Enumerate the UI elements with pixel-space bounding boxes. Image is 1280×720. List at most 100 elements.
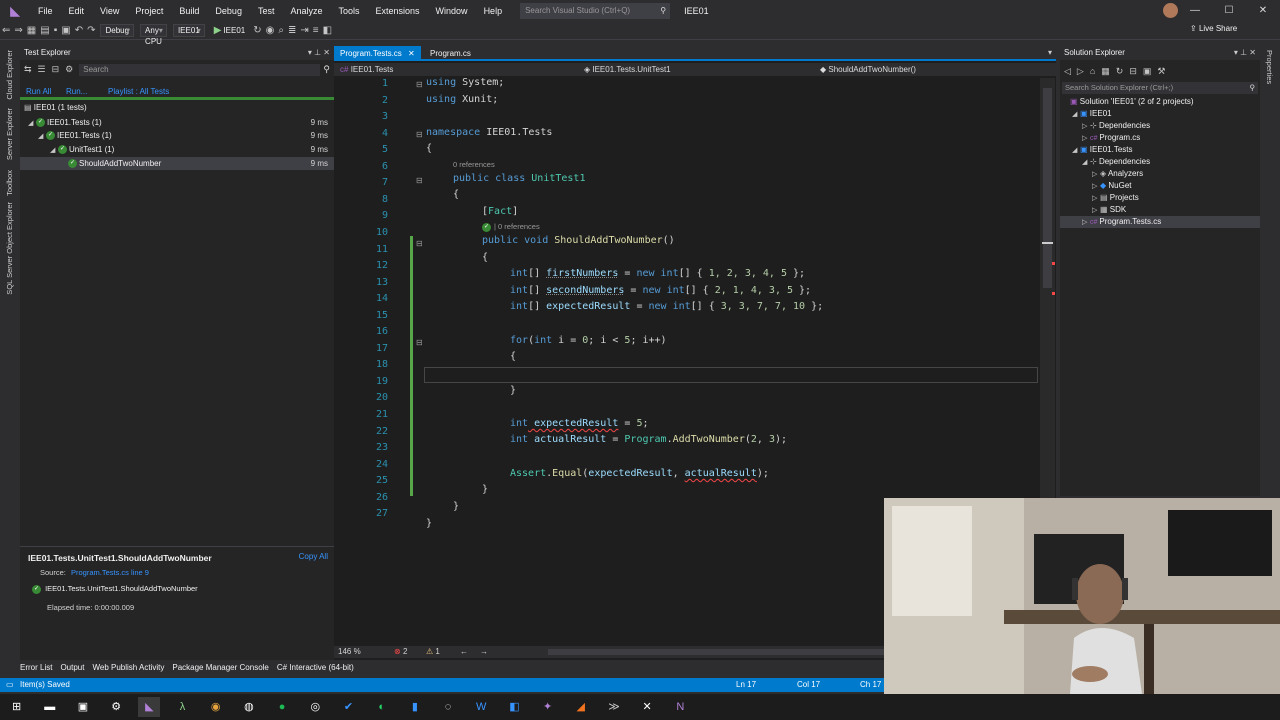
document-icon[interactable]: ▮ bbox=[404, 697, 426, 717]
tab-web-publish-activity[interactable]: Web Publish Activity bbox=[92, 663, 172, 672]
warning-count-icon[interactable]: ⚠ 1 bbox=[426, 646, 440, 658]
tab-output[interactable]: Output bbox=[60, 663, 92, 672]
tab-csharp-interactive[interactable]: C# Interactive (64-bit) bbox=[277, 663, 362, 672]
store-icon[interactable]: ▣ bbox=[72, 697, 94, 717]
tab-server-explorer[interactable]: Server Explorer bbox=[5, 108, 14, 160]
menu-extensions[interactable]: Extensions bbox=[368, 0, 428, 22]
solution-explorer-toolbar[interactable]: ◁▷⌂▦↻⊟▣⚒ bbox=[1064, 66, 1171, 77]
menu-analyze[interactable]: Analyze bbox=[282, 0, 330, 22]
avatar[interactable] bbox=[1163, 3, 1178, 18]
run-all-link[interactable]: Run All bbox=[26, 87, 51, 96]
undo-icon[interactable]: ↶ bbox=[75, 24, 83, 38]
fold-icon[interactable]: ⊟ bbox=[416, 338, 423, 347]
horizontal-scrollbar[interactable] bbox=[548, 649, 884, 655]
start-icon[interactable]: ▶ bbox=[214, 24, 222, 38]
todo-icon[interactable]: ✔ bbox=[337, 697, 359, 717]
obs-icon[interactable]: ◌ bbox=[437, 697, 459, 717]
fold-icon[interactable]: ⊟ bbox=[416, 130, 423, 139]
nav-back-icon[interactable]: ← bbox=[460, 646, 468, 658]
test-pass-icon[interactable]: ✓ bbox=[482, 223, 491, 232]
tab-properties[interactable]: Properties bbox=[1265, 50, 1274, 84]
save-icon[interactable]: ▪ bbox=[54, 24, 58, 38]
nav-project-select[interactable]: c# IEE01.Tests bbox=[340, 63, 393, 76]
menu-window[interactable]: Window bbox=[428, 0, 476, 22]
chrome-icon[interactable]: ◉ bbox=[205, 697, 227, 717]
refresh-icon[interactable]: ↻ bbox=[253, 24, 261, 38]
test-search-input[interactable]: Search bbox=[79, 63, 321, 76]
steam-icon[interactable]: ◍ bbox=[238, 697, 260, 717]
tree-item[interactable]: ▷ ⊹ Dependencies bbox=[1060, 120, 1260, 132]
codelens-references[interactable]: | 0 references bbox=[494, 222, 540, 231]
redo-icon[interactable]: ↷ bbox=[87, 24, 95, 38]
close-icon[interactable]: ✕ bbox=[1246, 0, 1280, 22]
maximize-icon[interactable]: ☐ bbox=[1212, 0, 1246, 22]
run-target-label[interactable]: IEE01 bbox=[223, 26, 245, 35]
whatsapp-icon[interactable]: ◐ bbox=[371, 697, 393, 717]
tab-toolbox[interactable]: Toolbox bbox=[5, 170, 14, 196]
tree-item-solution[interactable]: ▣ Solution 'IEE01' (2 of 2 projects) bbox=[1060, 96, 1260, 108]
find-icon[interactable]: ⌕ bbox=[278, 24, 284, 38]
format-icon[interactable]: ≣ bbox=[288, 24, 296, 38]
browser-icon[interactable]: ◉ bbox=[266, 24, 275, 38]
menu-tools[interactable]: Tools bbox=[331, 0, 368, 22]
platform-select[interactable]: Any CPU ▾ bbox=[140, 24, 167, 46]
tab-program[interactable]: Program.cs bbox=[424, 46, 477, 61]
menu-view[interactable]: View bbox=[92, 0, 127, 22]
file-explorer-icon[interactable]: ▬ bbox=[39, 697, 61, 717]
codelens-references[interactable]: 0 references bbox=[453, 160, 495, 169]
source-link[interactable]: Program.Tests.cs line 9 bbox=[71, 568, 149, 577]
error-count-icon[interactable]: ⊗ 2 bbox=[394, 646, 407, 658]
tab-overflow-icon[interactable]: ▾ bbox=[1048, 48, 1052, 57]
menu-help[interactable]: Help bbox=[476, 0, 511, 22]
postman-icon[interactable]: ◢ bbox=[570, 697, 592, 717]
indent-icon[interactable]: ⇥ bbox=[300, 24, 308, 38]
save-all-icon[interactable]: ▣ bbox=[61, 24, 70, 38]
menu-file[interactable]: File bbox=[30, 0, 61, 22]
tree-item[interactable]: ◢ ⊹ Dependencies bbox=[1060, 156, 1260, 168]
panel-pin-icon[interactable]: ▾ ⊥ ✕ bbox=[1234, 48, 1256, 57]
nav-class-select[interactable]: ◈ IEE01.Tests.UnitTest1 bbox=[584, 63, 671, 76]
menu-project[interactable]: Project bbox=[127, 0, 171, 22]
bookmark-icon[interactable]: ◧ bbox=[323, 24, 332, 38]
menu-edit[interactable]: Edit bbox=[61, 0, 93, 22]
test-tree-root[interactable]: ▤ IEE01 (1 tests) bbox=[20, 101, 334, 114]
menu-test[interactable]: Test bbox=[250, 0, 283, 22]
scrollbar-thumb[interactable] bbox=[1043, 88, 1052, 288]
spotify-icon[interactable]: ● bbox=[271, 697, 293, 717]
test-tree-item[interactable]: ◢ ✓ IEE01.Tests (1) 9 ms bbox=[20, 129, 334, 142]
tree-item-selected[interactable]: ▷ c# Program.Tests.cs bbox=[1060, 216, 1260, 228]
nav-forward-icon[interactable]: → bbox=[480, 646, 488, 658]
settings-icon[interactable]: ⚙ bbox=[65, 64, 73, 75]
panel-pin-icon[interactable]: ▾ ⊥ ✕ bbox=[308, 48, 330, 57]
solution-search-input[interactable]: Search Solution Explorer (Ctrl+;) ⚲ bbox=[1062, 82, 1258, 94]
test-tree-item-selected[interactable]: ✓ ShouldAddTwoNumber 9 ms bbox=[20, 157, 334, 170]
config-select[interactable]: Debug ▾ bbox=[100, 24, 135, 37]
fold-icon[interactable]: ⊟ bbox=[416, 239, 423, 248]
teams-icon[interactable]: ✦ bbox=[537, 697, 559, 717]
copy-all-link[interactable]: Copy All bbox=[299, 552, 328, 561]
fold-icon[interactable]: ⊟ bbox=[416, 80, 423, 89]
tab-error-list[interactable]: Error List bbox=[0, 663, 60, 672]
tree-item-project[interactable]: ◢ ▣ IEE01.Tests bbox=[1060, 144, 1260, 156]
test-tree-item[interactable]: ◢ ✓ UnitTest1 (1) 9 ms bbox=[20, 143, 334, 156]
run-filter-icon[interactable]: ⇆ bbox=[24, 64, 32, 75]
menu-build[interactable]: Build bbox=[171, 0, 207, 22]
tree-item-project[interactable]: ◢ ▣ IEE01 bbox=[1060, 108, 1260, 120]
tree-item[interactable]: ▷ ◆ NuGet bbox=[1060, 180, 1260, 192]
forward-icon[interactable]: ⇒ bbox=[14, 24, 22, 38]
tree-item[interactable]: ▷ ▤ Projects bbox=[1060, 192, 1260, 204]
back-icon[interactable]: ⇐ bbox=[2, 24, 10, 38]
tab-cloud-explorer[interactable]: Cloud Explorer bbox=[5, 50, 14, 100]
open-icon[interactable]: ▤ bbox=[40, 24, 49, 38]
tab-sql-server-object-explorer[interactable]: SQL Server Object Explorer bbox=[5, 202, 14, 295]
startup-project-select[interactable]: IEE01 ▾ bbox=[172, 24, 205, 37]
word-icon[interactable]: W bbox=[470, 697, 492, 717]
menu-debug[interactable]: Debug bbox=[207, 0, 250, 22]
tab-package-manager-console[interactable]: Package Manager Console bbox=[172, 663, 277, 672]
windows-start-icon[interactable]: ⊞ bbox=[6, 697, 28, 717]
fold-icon[interactable]: ⊟ bbox=[416, 176, 423, 185]
settings-icon[interactable]: ⚙ bbox=[105, 697, 127, 717]
new-project-icon[interactable]: ▦ bbox=[27, 24, 36, 38]
search-input[interactable]: Search Visual Studio (Ctrl+Q) ⚲ bbox=[520, 3, 671, 19]
playlist-link[interactable]: Playlist : All Tests bbox=[108, 87, 169, 96]
